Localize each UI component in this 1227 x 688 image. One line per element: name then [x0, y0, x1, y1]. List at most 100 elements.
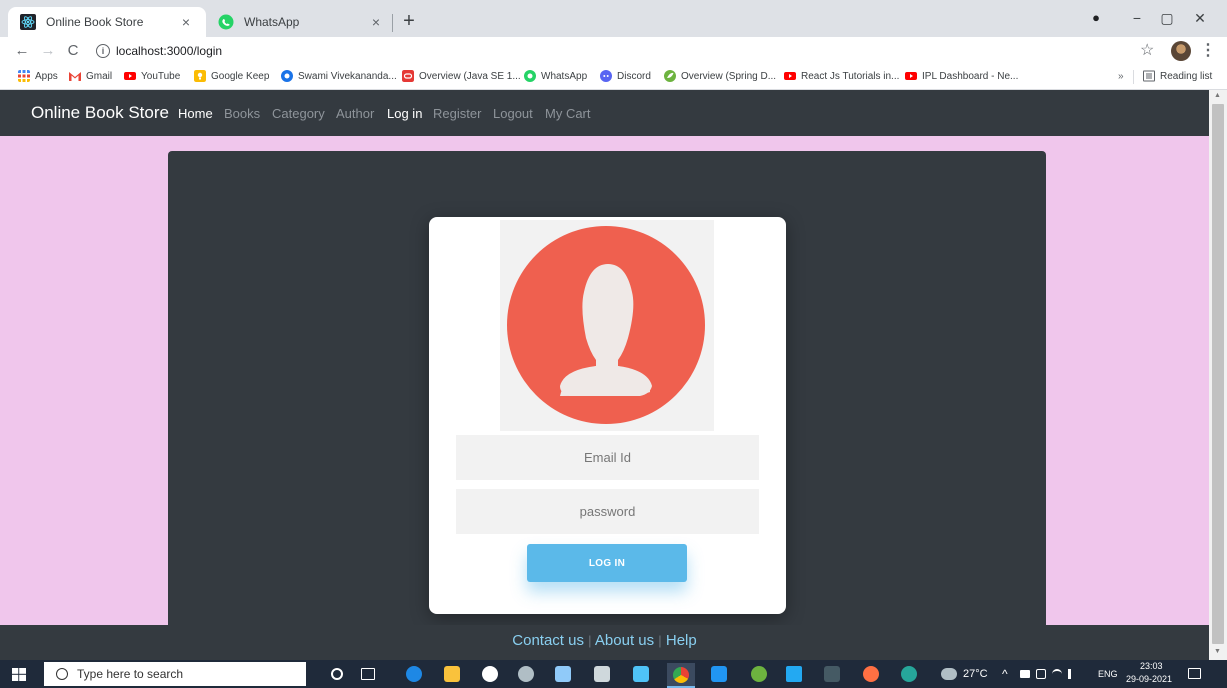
more-bookmarks-icon[interactable]: » — [1118, 71, 1124, 82]
site-icon — [281, 70, 293, 82]
forward-button[interactable]: → — [38, 40, 58, 62]
tab-title: Online Book Store — [46, 15, 144, 29]
maximize-button[interactable]: ▢ — [1157, 8, 1177, 28]
windows-taskbar: Type here to search 27°C ^ ENG 23:03 29-… — [0, 660, 1227, 688]
tray-expand-icon[interactable]: ^ — [1002, 667, 1008, 681]
close-window-button[interactable]: ✕ — [1190, 8, 1210, 28]
wifi-icon[interactable] — [1052, 669, 1062, 679]
edge-icon[interactable] — [406, 666, 422, 682]
email-input[interactable] — [456, 435, 759, 480]
youtube-icon — [784, 72, 796, 80]
bookmark-youtube[interactable]: YouTube — [124, 70, 180, 82]
network-icon[interactable] — [1036, 669, 1046, 679]
google-keep-icon — [194, 70, 206, 82]
bookmark-label: Swami Vivekananda... — [298, 70, 397, 82]
footer-help-link[interactable]: Help — [666, 632, 697, 649]
bookmark-gmail[interactable]: Gmail — [69, 70, 112, 82]
language-indicator[interactable]: ENG — [1098, 669, 1118, 679]
task-view-icon[interactable] — [361, 668, 375, 680]
youtube-icon — [905, 72, 917, 80]
app-icon[interactable] — [555, 666, 571, 682]
bookmark-ipl-dashboard[interactable]: IPL Dashboard - Ne... — [905, 70, 1018, 82]
app-icon[interactable] — [901, 666, 917, 682]
bookmark-label: YouTube — [141, 70, 181, 82]
bookmark-whatsapp[interactable]: WhatsApp — [524, 70, 587, 82]
reading-list[interactable]: Reading list — [1143, 70, 1212, 82]
weather-temperature[interactable]: 27°C — [963, 668, 988, 680]
taskbar-search-input[interactable]: Type here to search — [44, 662, 306, 686]
tab-online-book-store[interactable]: Online Book Store × — [8, 7, 206, 37]
address-bar[interactable]: i localhost:3000/login — [90, 39, 1140, 63]
login-card: LOG IN — [429, 217, 786, 614]
bookmark-star-icon[interactable]: ☆ — [1140, 40, 1154, 60]
app-icon[interactable] — [863, 666, 879, 682]
app-icon[interactable] — [711, 666, 727, 682]
password-input[interactable] — [456, 489, 759, 534]
volume-icon[interactable] — [1068, 669, 1078, 679]
scroll-thumb[interactable] — [1212, 104, 1224, 644]
nav-category[interactable]: Category — [272, 106, 325, 121]
record-icon[interactable]: ● — [1086, 8, 1106, 28]
bookmark-spring[interactable]: Overview (Spring D... — [664, 70, 776, 82]
nav-login[interactable]: Log in — [387, 106, 422, 121]
reload-button[interactable]: C — [63, 40, 83, 62]
new-tab-button[interactable]: + — [400, 10, 418, 32]
bookmark-react-tutorials[interactable]: React Js Tutorials in... — [784, 70, 899, 82]
page-scrollbar[interactable]: ▲ ▼ — [1209, 90, 1227, 660]
spring-tool-icon[interactable] — [751, 666, 767, 682]
oracle-icon — [402, 70, 414, 82]
windows-start-icon[interactable] — [12, 668, 26, 681]
scroll-up-arrow-icon[interactable]: ▲ — [1214, 92, 1221, 99]
footer-contact-link[interactable]: Contact us — [512, 632, 584, 649]
menu-icon[interactable]: ⋮ — [1200, 40, 1216, 60]
weather-icon[interactable] — [941, 668, 957, 680]
close-tab-icon[interactable]: × — [368, 14, 384, 30]
bookmark-label: Gmail — [86, 70, 113, 82]
nav-logout[interactable]: Logout — [493, 106, 533, 121]
site-footer: Contact us | About us | Help — [0, 625, 1209, 660]
terminal-icon[interactable] — [824, 666, 840, 682]
tab-whatsapp[interactable]: WhatsApp × — [206, 7, 396, 37]
nav-books[interactable]: Books — [224, 106, 260, 121]
app-icon[interactable] — [518, 666, 534, 682]
taskbar-search-placeholder: Type here to search — [77, 667, 184, 681]
bookmark-swami-vivekananda[interactable]: Swami Vivekananda... — [281, 70, 397, 82]
nav-author[interactable]: Author — [336, 106, 374, 121]
file-explorer-icon[interactable] — [444, 666, 460, 682]
whatsapp-icon — [218, 14, 234, 30]
react-favicon-icon — [20, 14, 36, 30]
bookmark-java-se[interactable]: Overview (Java SE 1... — [402, 70, 521, 82]
reading-list-label: Reading list — [1160, 70, 1213, 82]
app-icon[interactable] — [633, 666, 649, 682]
nav-my-cart[interactable]: My Cart — [545, 106, 591, 121]
site-brand[interactable]: Online Book Store — [31, 103, 169, 123]
tab-separator — [392, 14, 393, 32]
back-button[interactable]: ← — [12, 40, 32, 62]
clock-date[interactable]: 29-09-2021 — [1126, 674, 1172, 684]
close-tab-icon[interactable]: × — [178, 14, 194, 30]
profile-avatar[interactable] — [1171, 41, 1191, 61]
bookmark-apps[interactable]: Apps — [18, 70, 58, 82]
cortana-icon[interactable] — [331, 668, 343, 680]
footer-links: Contact us | About us | Help — [0, 632, 1209, 649]
github-icon[interactable] — [482, 666, 498, 682]
page-viewport: Online Book Store Home Books Category Au… — [0, 90, 1209, 660]
login-button[interactable]: LOG IN — [527, 544, 687, 582]
minimize-button[interactable]: − — [1127, 8, 1147, 28]
bookmark-label: WhatsApp — [541, 70, 588, 82]
footer-about-link[interactable]: About us — [595, 632, 654, 649]
bookmarks-divider — [1133, 70, 1134, 84]
nav-register[interactable]: Register — [433, 106, 481, 121]
vscode-icon[interactable] — [786, 666, 802, 682]
scroll-down-arrow-icon[interactable]: ▼ — [1214, 648, 1221, 655]
battery-icon[interactable] — [1020, 670, 1030, 678]
bookmark-discord[interactable]: Discord — [600, 70, 651, 82]
app-icon[interactable] — [594, 666, 610, 682]
site-info-icon[interactable]: i — [96, 44, 110, 58]
clock-time[interactable]: 23:03 — [1140, 661, 1163, 671]
notifications-icon[interactable] — [1188, 668, 1201, 679]
browser-toolbar: ← → C i localhost:3000/login ☆ ⋮ — [0, 37, 1227, 65]
bookmark-google-keep[interactable]: Google Keep — [194, 70, 269, 82]
discord-icon — [600, 70, 612, 82]
nav-home[interactable]: Home — [178, 106, 213, 121]
